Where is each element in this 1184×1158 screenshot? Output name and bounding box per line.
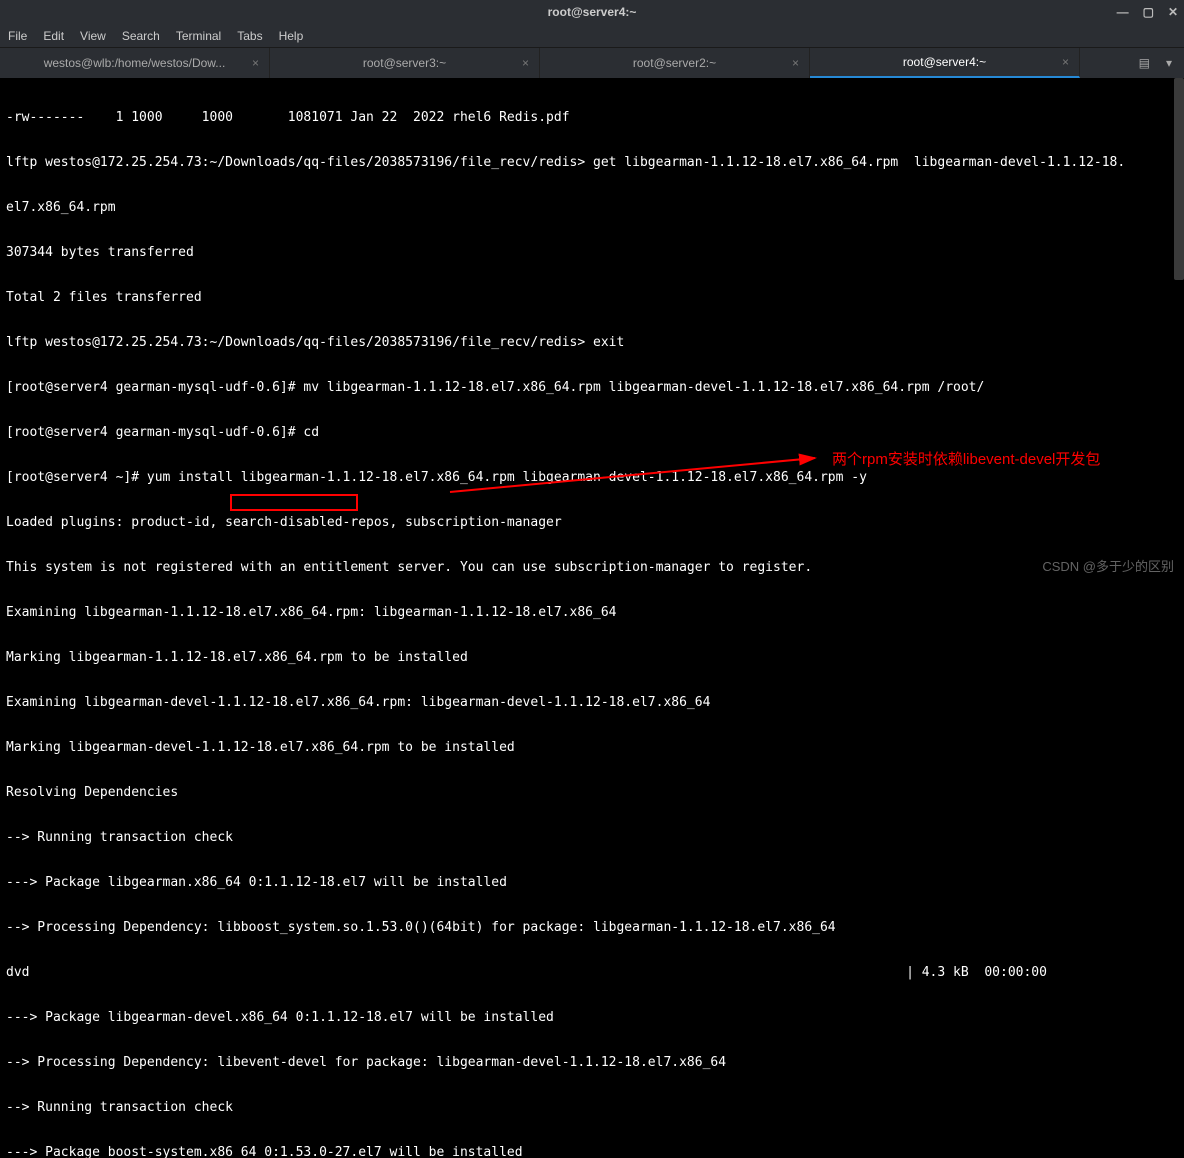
terminal-line: [root@server4 gearman-mysql-udf-0.6]# mv… [6,380,1178,395]
terminal-line: 307344 bytes transferred [6,245,1178,260]
terminal-line: Marking libgearman-devel-1.1.12-18.el7.x… [6,740,1178,755]
menu-search[interactable]: Search [122,29,160,43]
tab-server3[interactable]: root@server3:~ × [270,48,540,78]
terminal-line: ---> Package libgearman.x86_64 0:1.1.12-… [6,875,1178,890]
terminal-line: Marking libgearman-1.1.12-18.el7.x86_64.… [6,650,1178,665]
minimize-icon[interactable]: — [1117,5,1129,19]
terminal-line: [root@server4 ~]# yum install libgearman… [6,470,1178,485]
terminal-line: el7.x86_64.rpm [6,200,1178,215]
terminal-line: Total 2 files transferred [6,290,1178,305]
terminal-line: [root@server4 gearman-mysql-udf-0.6]# cd [6,425,1178,440]
terminal-line: --> Processing Dependency: libevent-deve… [6,1055,1178,1070]
terminal-line: lftp westos@172.25.254.73:~/Downloads/qq… [6,155,1178,170]
menu-edit[interactable]: Edit [43,29,64,43]
terminal-line: Loaded plugins: product-id, search-disab… [6,515,1178,530]
terminal-line: -rw------- 1 1000 1000 1081071 Jan 22 20… [6,110,1178,125]
tab-label: root@server3:~ [363,56,446,70]
menu-bar: File Edit View Search Terminal Tabs Help [0,24,1184,48]
scrollbar[interactable] [1174,78,1184,280]
tab-menu-icon[interactable]: ▾ [1166,56,1172,70]
window-titlebar: root@server4:~ — ▢ ✕ [0,0,1184,24]
terminal-line: Examining libgearman-1.1.12-18.el7.x86_6… [6,605,1178,620]
menu-help[interactable]: Help [279,29,304,43]
tab-server2[interactable]: root@server2:~ × [540,48,810,78]
tab-label: westos@wlb:/home/westos/Dow... [44,56,226,70]
window-title: root@server4:~ [548,5,637,19]
tab-server4[interactable]: root@server4:~ × [810,48,1080,78]
terminal-line: dvd | 4.3 kB 00:00:00 [6,965,1178,980]
tab-close-icon[interactable]: × [792,56,799,70]
menu-terminal[interactable]: Terminal [176,29,221,43]
menu-tabs[interactable]: Tabs [237,29,262,43]
maximize-icon[interactable]: ▢ [1143,5,1154,19]
tab-close-icon[interactable]: × [1062,55,1069,69]
terminal-line: --> Running transaction check [6,1100,1178,1115]
tab-label: root@server4:~ [903,55,986,69]
terminal-line: ---> Package libgearman-devel.x86_64 0:1… [6,1010,1178,1025]
terminal-line: Resolving Dependencies [6,785,1178,800]
terminal-line: Examining libgearman-devel-1.1.12-18.el7… [6,695,1178,710]
menu-view[interactable]: View [80,29,106,43]
tab-bar: westos@wlb:/home/westos/Dow... × root@se… [0,48,1184,78]
terminal-line: ---> Package boost-system.x86_64 0:1.53.… [6,1145,1178,1158]
terminal-output[interactable]: -rw------- 1 1000 1000 1081071 Jan 22 20… [0,78,1184,1158]
tab-close-icon[interactable]: × [522,56,529,70]
terminal-line: --> Processing Dependency: libboost_syst… [6,920,1178,935]
terminal-line: This system is not registered with an en… [6,560,1178,575]
terminal-line: lftp westos@172.25.254.73:~/Downloads/qq… [6,335,1178,350]
menu-file[interactable]: File [8,29,27,43]
tab-label: root@server2:~ [633,56,716,70]
overview-icon[interactable]: ▤ [1139,56,1150,70]
terminal-line: --> Running transaction check [6,830,1178,845]
close-icon[interactable]: ✕ [1168,5,1178,19]
tab-close-icon[interactable]: × [252,56,259,70]
tab-westos[interactable]: westos@wlb:/home/westos/Dow... × [0,48,270,78]
